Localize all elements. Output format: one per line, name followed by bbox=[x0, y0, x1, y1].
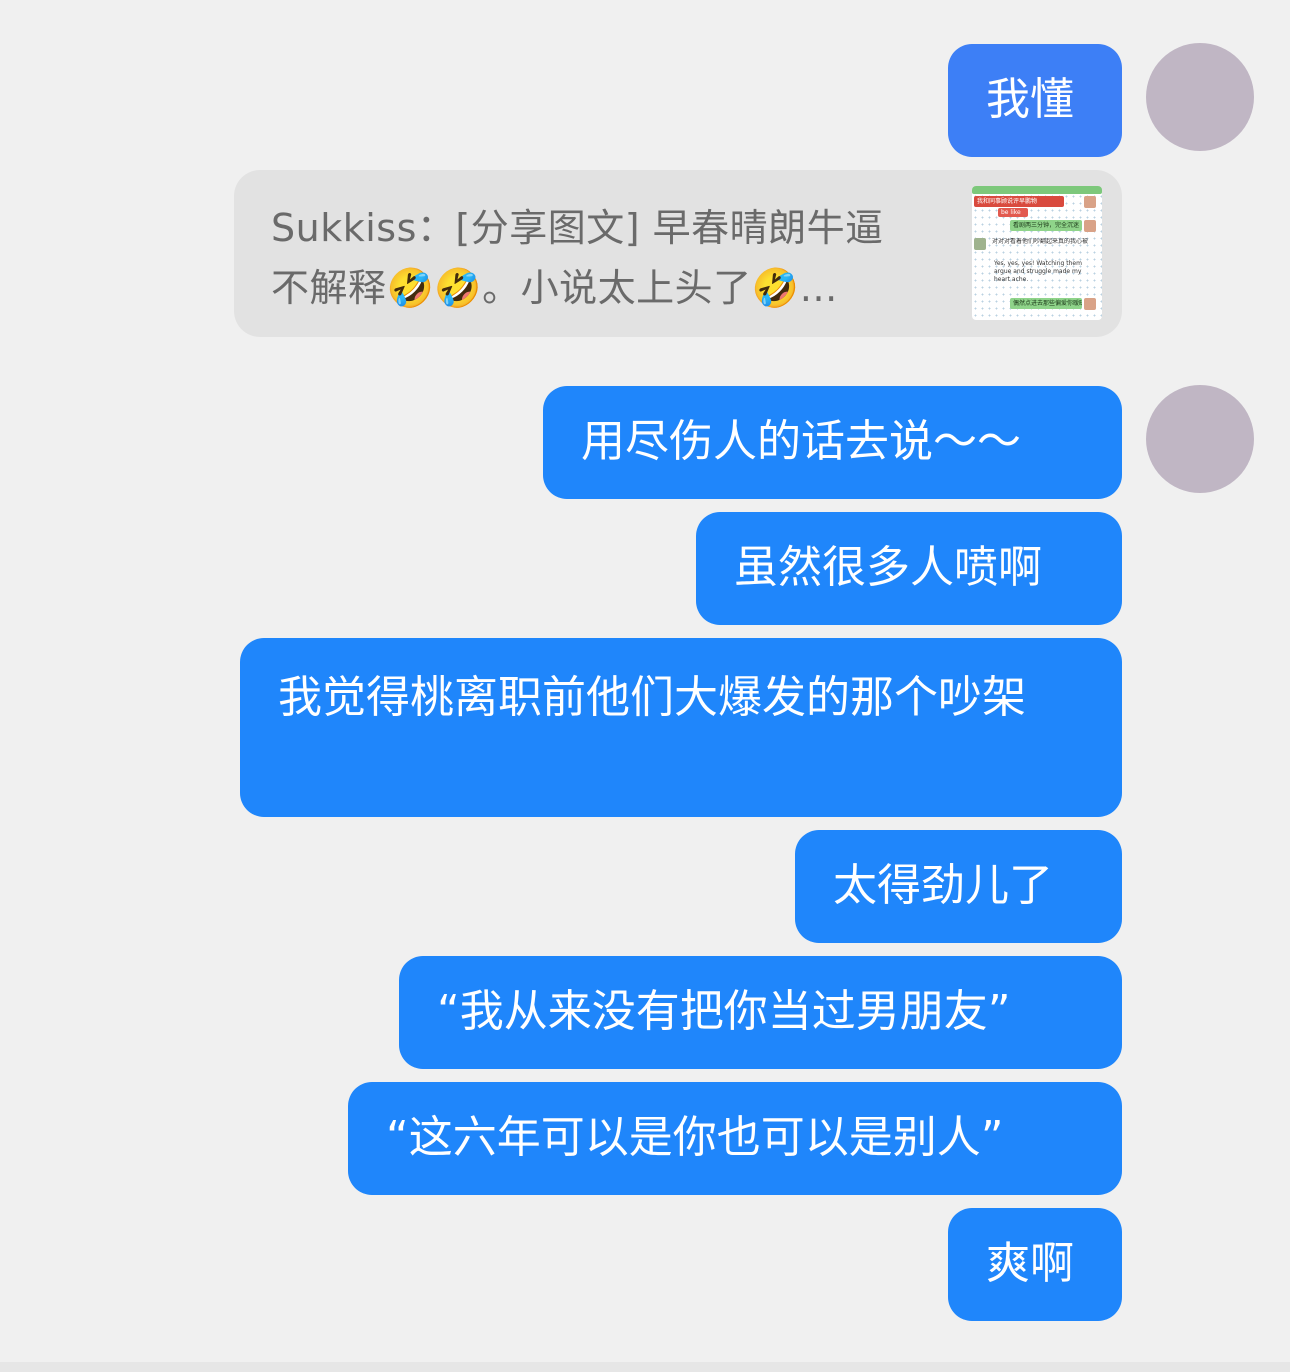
message-bubble[interactable]: 我觉得桃离职前他们大爆发的那个吵架 bbox=[240, 638, 1122, 817]
thumbnail-face-icon bbox=[1084, 298, 1096, 310]
message-bubble[interactable]: 用尽伤人的话去说～～ bbox=[543, 386, 1122, 499]
message-bubble[interactable]: 虽然很多人喷啊 bbox=[696, 512, 1122, 625]
quote-line-2: 不解释🤣🤣。小说太上头了🤣… bbox=[271, 266, 838, 310]
thumbnail-footer: 偶然点进去那些偏爱你暧昧 bbox=[1010, 298, 1082, 309]
quote-thumbnail-image[interactable]: 我和同事顾说评早鹏物 be like 看剧两三分钟，完全沉迷 对对对看着他们吵翻… bbox=[972, 186, 1102, 320]
user-avatar[interactable] bbox=[1146, 43, 1254, 151]
thumbnail-bubble: 看剧两三分钟，完全沉迷 bbox=[1010, 220, 1082, 231]
quote-text: Sukkiss：[分享图文] 早春晴朗牛逼 不解释🤣🤣。小说太上头了🤣… bbox=[271, 198, 931, 318]
message-bubble[interactable]: “这六年可以是你也可以是别人” bbox=[348, 1082, 1122, 1195]
thumbnail-face-icon bbox=[1084, 196, 1096, 208]
chat-area: 我懂 Sukkiss：[分享图文] 早春晴朗牛逼 不解释🤣🤣。小说太上头了🤣… … bbox=[0, 0, 1290, 1372]
quoted-share-card[interactable]: Sukkiss：[分享图文] 早春晴朗牛逼 不解释🤣🤣。小说太上头了🤣… 我和同… bbox=[234, 170, 1122, 337]
user-avatar[interactable] bbox=[1146, 385, 1254, 493]
thumbnail-face-icon bbox=[1084, 220, 1096, 232]
message-bubble[interactable]: 太得劲儿了 bbox=[795, 830, 1122, 943]
thumbnail-body-1: 对对对看着他们吵翻起来真的我心被 bbox=[992, 238, 1089, 245]
message-bubble[interactable]: 爽啊 bbox=[948, 1208, 1122, 1321]
thumbnail-body-2: Yes, yes, yes! Watching them argue and s… bbox=[994, 260, 1082, 283]
message-bubble[interactable]: 我懂 bbox=[948, 44, 1122, 157]
thumbnail-top-bar bbox=[972, 186, 1102, 194]
quote-line-1: Sukkiss：[分享图文] 早春晴朗牛逼 bbox=[271, 206, 884, 250]
bottom-edge bbox=[0, 1362, 1290, 1372]
message-bubble[interactable]: “我从来没有把你当过男朋友” bbox=[399, 956, 1122, 1069]
thumbnail-header: 我和同事顾说评早鹏物 bbox=[974, 196, 1064, 207]
thumbnail-tag: be like bbox=[998, 208, 1028, 217]
thumbnail-face-icon bbox=[974, 238, 986, 250]
